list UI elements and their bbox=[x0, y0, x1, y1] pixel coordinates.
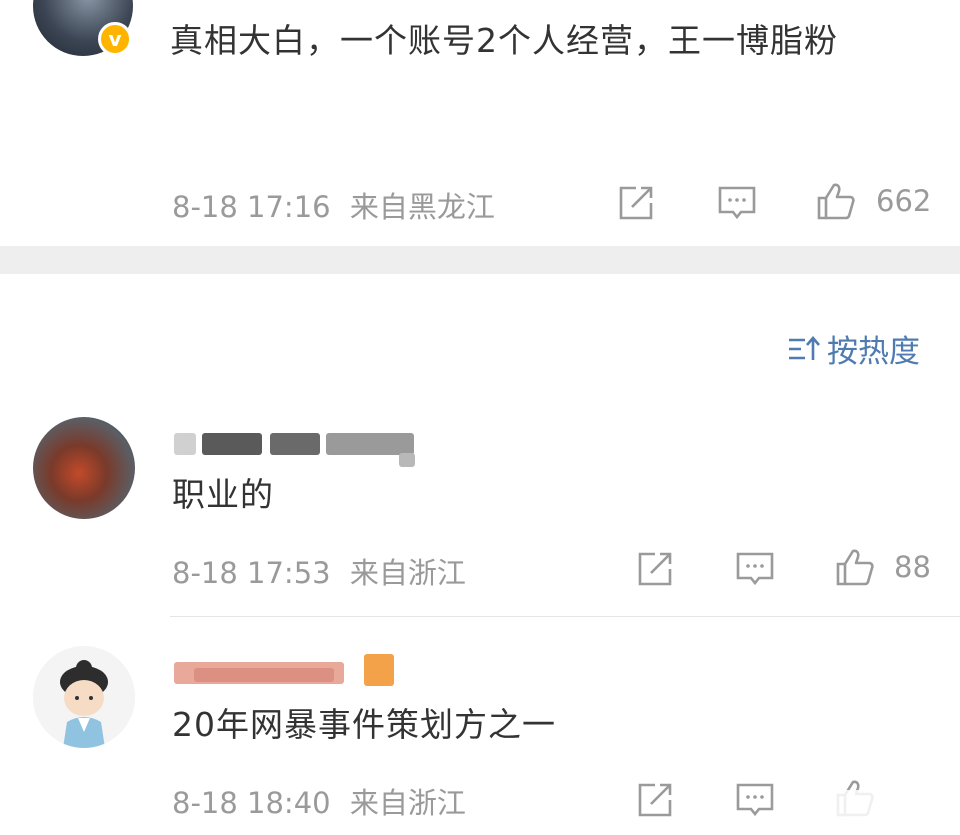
sort-icon bbox=[789, 335, 820, 360]
sort-button[interactable]: 按热度 bbox=[787, 326, 920, 371]
comment-icon[interactable] bbox=[717, 183, 757, 223]
post-time: 8-18 17:16 bbox=[172, 190, 331, 224]
comment-time: 8-18 18:40 bbox=[172, 786, 331, 820]
sort-label: 按热度 bbox=[827, 334, 920, 370]
like-icon[interactable] bbox=[835, 547, 875, 587]
post-meta: 8-18 17:16 来自黑龙江 bbox=[172, 184, 495, 226]
comment-location: 来自浙江 bbox=[349, 556, 466, 590]
username-blurred[interactable] bbox=[174, 648, 399, 688]
comment-icon[interactable] bbox=[735, 780, 775, 820]
avatar[interactable] bbox=[33, 417, 135, 519]
like-count: 662 bbox=[876, 184, 932, 218]
cartoon-avatar-icon bbox=[33, 646, 135, 748]
comment-meta: 8-18 18:40 来自浙江 bbox=[172, 780, 466, 822]
comment-meta: 8-18 17:53 来自浙江 bbox=[172, 550, 466, 592]
comment-divider bbox=[170, 616, 960, 617]
section-divider bbox=[0, 246, 960, 274]
share-icon[interactable] bbox=[635, 780, 675, 820]
like-icon[interactable] bbox=[816, 181, 856, 221]
post-text: 真相大白，一个账号2个人经营，王一博脂粉 bbox=[170, 21, 838, 60]
username-blurred[interactable] bbox=[174, 425, 419, 467]
comment-text: 职业的 bbox=[172, 475, 274, 514]
avatar[interactable] bbox=[33, 646, 135, 748]
share-icon[interactable] bbox=[616, 183, 656, 223]
verified-badge-icon: v bbox=[98, 22, 132, 56]
comment-time: 8-18 17:53 bbox=[172, 556, 331, 590]
comment-text: 20年网暴事件策划方之一 bbox=[172, 705, 556, 744]
like-count: 88 bbox=[894, 550, 931, 584]
watermark bbox=[770, 790, 955, 826]
comment-icon[interactable] bbox=[735, 549, 775, 589]
post-location: 来自黑龙江 bbox=[349, 190, 495, 224]
share-icon[interactable] bbox=[635, 549, 675, 589]
comment-location: 来自浙江 bbox=[349, 786, 466, 820]
